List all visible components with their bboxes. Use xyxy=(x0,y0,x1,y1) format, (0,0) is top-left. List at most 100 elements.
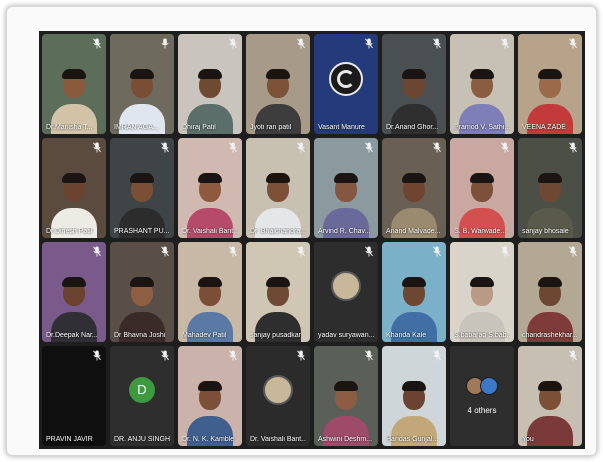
participant-tile[interactable]: Vasant Manure xyxy=(314,34,378,134)
mic-off-icon xyxy=(364,246,374,258)
participant-name: sanjay bhosale xyxy=(522,228,569,235)
participant-tile[interactable]: Dr.Anand Ghor... xyxy=(382,34,446,134)
mic-off-icon xyxy=(568,246,578,258)
participant-tile[interactable]: chandrashekhar... xyxy=(518,242,582,342)
participant-name: S. B. Warwade... xyxy=(454,228,507,235)
mic-off-icon xyxy=(432,142,442,154)
participant-name: Dr. Vaishali Bant... xyxy=(250,436,306,443)
participant-tile[interactable]: Pramod V. Sathi... xyxy=(450,34,514,134)
participant-tile[interactable]: Jyoti ran patil xyxy=(246,34,310,134)
mic-off-icon xyxy=(432,38,442,50)
mic-off-icon xyxy=(432,350,442,362)
participant-tile[interactable]: Dr.Deepak Nar... xyxy=(42,242,106,342)
participant-name: Dr. Bhalchandra... xyxy=(250,228,306,235)
participant-tile[interactable]: Dr.Dinesh Patil xyxy=(42,138,106,238)
mic-off-icon xyxy=(296,38,306,50)
participant-tile[interactable]: D DR. ANJU SINGH xyxy=(110,346,174,446)
participant-tile[interactable]: VEENA ZADE xyxy=(518,34,582,134)
participant-name: Anand Malvade... xyxy=(386,228,441,235)
participant-tile[interactable]: Dr. N. K. Kamble xyxy=(178,346,242,446)
participant-tile[interactable]: You xyxy=(518,346,582,446)
mic-off-icon xyxy=(500,142,510,154)
participant-tile[interactable]: sanjay bhosale xyxy=(518,138,582,238)
mic-off-icon xyxy=(296,246,306,258)
participant-tile[interactable]: Dr.Manisha T... xyxy=(42,34,106,134)
participant-name: Dr.Manisha T... xyxy=(46,124,93,131)
participant-name: Mahadev Patil xyxy=(182,332,227,339)
participant-tile[interactable]: sanjay pusadkar xyxy=(246,242,310,342)
mic-off-icon xyxy=(160,142,170,154)
participant-name: Vasant Manure xyxy=(318,124,365,131)
participant-tile[interactable]: S. B. Warwade... xyxy=(450,138,514,238)
mic-off-icon xyxy=(228,142,238,154)
mic-off-icon xyxy=(160,350,170,362)
participant-tile[interactable]: IMRAN AGA... xyxy=(110,34,174,134)
participant-tile[interactable]: Mahadev Patil xyxy=(178,242,242,342)
mic-off-icon xyxy=(568,350,578,362)
participant-tile[interactable]: PRASHANT PU... xyxy=(110,138,174,238)
profile-logo-icon xyxy=(329,62,363,96)
participant-name: Haridas Gunjal... xyxy=(386,436,439,443)
participant-tile[interactable]: S.babarao S.bab... xyxy=(450,242,514,342)
participant-name: PRASHANT PU... xyxy=(114,228,170,235)
mic-off-icon xyxy=(92,142,102,154)
participant-name: Dr. Vaishali Bant... xyxy=(182,228,238,235)
participant-name: Dr.Deepak Nar... xyxy=(46,332,98,339)
participant-name: Dr.Dinesh Patil xyxy=(46,228,93,235)
participant-tile[interactable]: Haridas Gunjal... xyxy=(382,346,446,446)
mic-off-icon xyxy=(92,350,102,362)
participant-tile[interactable]: Ashwini Deshm... xyxy=(314,346,378,446)
mic-off-icon xyxy=(160,246,170,258)
participant-grid: Dr.Manisha T... IMRAN AGA... Dhiraj Patil J… xyxy=(39,31,585,449)
mic-off-icon xyxy=(364,350,374,362)
mic-off-icon xyxy=(500,38,510,50)
participant-name: Pramod V. Sathi... xyxy=(454,124,510,131)
participant-name: S.babarao S.bab... xyxy=(454,332,510,339)
participant-name: Arvind R. Chav... xyxy=(318,228,371,235)
participant-tile[interactable]: Anand Malvade... xyxy=(382,138,446,238)
mic-off-icon xyxy=(364,38,374,50)
participant-tile[interactable]: yadav suryawan... xyxy=(314,242,378,342)
participant-tile[interactable]: Dr. Vaishali Bant... xyxy=(246,346,310,446)
participant-tile[interactable]: Dr. Bhalchandra... xyxy=(246,138,310,238)
participant-name: PRAVIN JAVIR xyxy=(46,436,93,443)
mic-off-icon xyxy=(500,246,510,258)
mic-off-icon xyxy=(92,246,102,258)
participant-name: Khanda Kale xyxy=(386,332,427,339)
mic-off-icon xyxy=(432,246,442,258)
participant-tile[interactable]: Dr Bhavna Joshi xyxy=(110,242,174,342)
avatar-photo xyxy=(331,271,361,301)
participant-name: VEENA ZADE xyxy=(522,124,566,131)
participant-tile[interactable]: PRAVIN JAVIR xyxy=(42,346,106,446)
others-count-label: 4 others xyxy=(467,406,497,415)
participant-tile[interactable]: Khanda Kale xyxy=(382,242,446,342)
participant-tile[interactable]: Dhiraj Patil xyxy=(178,34,242,134)
participant-name: Jyoti ran patil xyxy=(250,124,292,131)
participant-tile[interactable]: 4 others xyxy=(450,346,514,446)
avatar-initial: D xyxy=(129,377,155,403)
participant-name: sanjay pusadkar xyxy=(250,332,301,339)
mic-on-icon xyxy=(160,38,170,50)
mic-off-icon xyxy=(228,350,238,362)
participant-name: IMRAN AGA... xyxy=(114,124,159,131)
participant-name: Dhiraj Patil xyxy=(182,124,216,131)
participant-name: Dr Bhavna Joshi xyxy=(114,332,166,339)
participant-name: You xyxy=(522,436,534,443)
mic-off-icon xyxy=(296,142,306,154)
mic-off-icon xyxy=(364,142,374,154)
mic-off-icon xyxy=(228,38,238,50)
participant-name: DR. ANJU SINGH xyxy=(114,436,170,443)
others-avatars-icon xyxy=(464,377,500,395)
participant-tile[interactable]: Arvind R. Chav... xyxy=(314,138,378,238)
mic-off-icon xyxy=(228,246,238,258)
tile-background xyxy=(450,346,514,446)
mic-off-icon xyxy=(568,38,578,50)
participant-tile[interactable]: Dr. Vaishali Bant... xyxy=(178,138,242,238)
participant-name: Ashwini Deshm... xyxy=(318,436,373,443)
meeting-window: Dr.Manisha T... IMRAN AGA... Dhiraj Patil J… xyxy=(39,31,585,449)
avatar-photo xyxy=(263,375,293,405)
participant-name: Dr. N. K. Kamble xyxy=(182,436,235,443)
participant-name: Dr.Anand Ghor... xyxy=(386,124,439,131)
screenshot-frame: Dr.Manisha T... IMRAN AGA... Dhiraj Patil J… xyxy=(6,6,597,456)
mic-off-icon xyxy=(296,350,306,362)
